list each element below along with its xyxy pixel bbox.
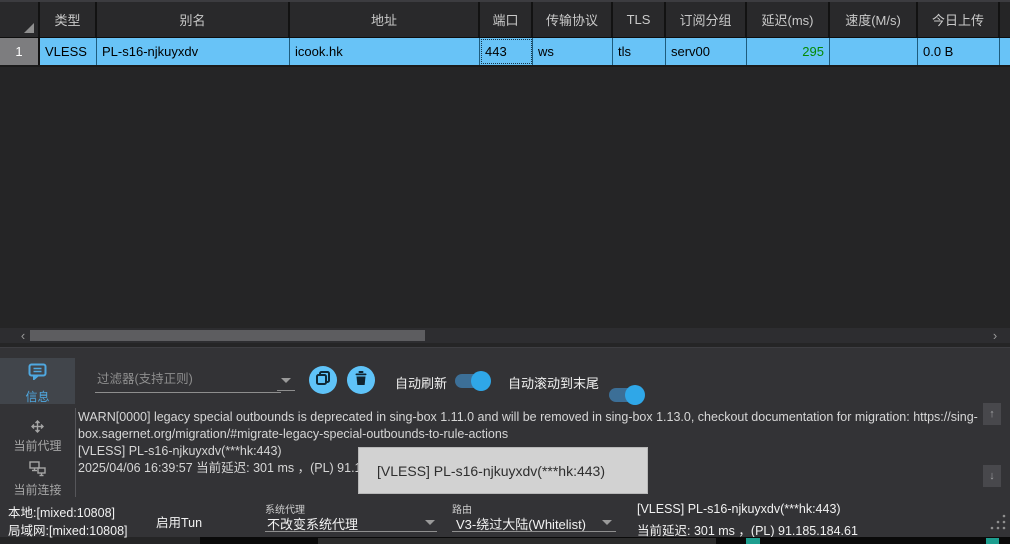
enable-tun-label: 启用Tun: [156, 512, 202, 531]
copy-log-button[interactable]: [309, 366, 337, 394]
message-icon: [0, 363, 75, 380]
cell-port[interactable]: 443: [480, 38, 533, 65]
filter-dropdown-arrow-icon[interactable]: [281, 378, 291, 383]
column-header-delay[interactable]: 延迟(ms): [747, 2, 830, 37]
select-all-triangle-icon: [24, 23, 34, 33]
column-header-transport[interactable]: 传输协议: [533, 2, 613, 37]
cell-transport[interactable]: ws: [533, 38, 613, 65]
horizontal-scrollbar-thumb[interactable]: [30, 330, 425, 341]
column-header-port[interactable]: 端口: [480, 2, 533, 37]
lan-listen-address: 局域网:[mixed:10808]: [8, 520, 128, 539]
row-filler: [1000, 38, 1010, 65]
active-node-status: [VLESS] PL-s16-njkuyxdv(***hk:443): [637, 502, 841, 516]
scroll-left-arrow-icon[interactable]: ‹: [16, 328, 30, 343]
arrow-down-icon: ↓: [989, 470, 995, 482]
taskbar-teal-accent: [986, 538, 999, 544]
auto-refresh-toggle[interactable]: [455, 374, 489, 388]
node-tooltip: [VLESS] PL-s16-njkuyxdv(***hk:443): [358, 447, 648, 494]
taskbar-teal-accent: [746, 538, 760, 544]
header-filler: [1000, 2, 1010, 37]
local-listen-address: 本地:[mixed:10808]: [8, 502, 115, 521]
trash-icon: [355, 371, 367, 390]
auto-scroll-toggle[interactable]: [609, 388, 643, 402]
clear-log-button[interactable]: [347, 366, 375, 394]
resize-grip[interactable]: [990, 514, 1006, 535]
auto-scroll-label: 自动滚动到末尾: [508, 373, 599, 392]
scroll-right-arrow-icon[interactable]: ›: [988, 328, 1002, 343]
route-underline: [452, 531, 616, 532]
log-line: WARN[0000] legacy special outbounds is d…: [78, 409, 978, 443]
filter-underline: [277, 390, 295, 391]
auto-refresh-label: 自动刷新: [395, 373, 447, 392]
route-dropdown-arrow-icon[interactable]: [602, 520, 612, 525]
column-header-alias[interactable]: 别名: [97, 2, 290, 37]
log-filter-input[interactable]: [95, 366, 281, 393]
node-tooltip-text: [VLESS] PL-s16-njkuyxdv(***hk:443): [377, 463, 605, 479]
column-header-address[interactable]: 地址: [290, 2, 480, 37]
cell-delay[interactable]: 295: [747, 38, 830, 65]
copy-icon: [316, 371, 330, 390]
system-proxy-dropdown-arrow-icon[interactable]: [425, 520, 435, 525]
column-header-type[interactable]: 类型: [40, 2, 97, 37]
select-all-corner-cell[interactable]: [0, 2, 40, 37]
cell-today-upload[interactable]: 0.0 B: [918, 38, 1000, 65]
sidebar-item-current-connections[interactable]: 当前连接: [0, 481, 75, 498]
cell-alias[interactable]: PL-s16-njkuyxdv: [97, 38, 290, 65]
log-scroll-up-button[interactable]: ↑: [983, 403, 1001, 425]
row-number-cell[interactable]: 1: [0, 38, 40, 65]
taskbar-segment: [318, 538, 716, 544]
cell-address[interactable]: icook.hk: [290, 38, 480, 65]
sidebar-divider: [75, 408, 76, 497]
sidebar-item-current-proxy[interactable]: 当前代理: [0, 437, 75, 454]
system-proxy-underline: [265, 531, 437, 532]
auto-refresh-toggle-knob: [471, 371, 491, 391]
auto-scroll-toggle-knob: [625, 385, 645, 405]
column-header-today-upload[interactable]: 今日上传: [918, 2, 1000, 37]
log-scroll-down-button[interactable]: ↓: [983, 465, 1001, 487]
row-bottom-line: [0, 65, 1010, 67]
column-header-tls[interactable]: TLS: [613, 2, 666, 37]
server-table-row[interactable]: 1 VLESS PL-s16-njkuyxdv icook.hk 443 ws …: [0, 38, 1010, 65]
sidebar-item-info-label: 信息: [0, 388, 75, 405]
proxy-arrows-icon: [0, 418, 75, 435]
server-table-header: 类型 别名 地址 端口 传输协议 TLS 订阅分组 延迟(ms) 速度(M/s)…: [0, 2, 1010, 37]
cell-subscription-group[interactable]: serv00: [666, 38, 747, 65]
connections-icon: [0, 461, 75, 477]
cell-tls[interactable]: tls: [613, 38, 666, 65]
column-header-speed[interactable]: 速度(M/s): [830, 2, 918, 37]
column-header-subscription-group[interactable]: 订阅分组: [666, 2, 747, 37]
cell-type[interactable]: VLESS: [40, 38, 97, 65]
cell-speed[interactable]: [830, 38, 918, 65]
arrow-up-icon: ↑: [989, 408, 995, 420]
proxy-client-window: 类型 别名 地址 端口 传输协议 TLS 订阅分组 延迟(ms) 速度(M/s)…: [0, 0, 1010, 544]
